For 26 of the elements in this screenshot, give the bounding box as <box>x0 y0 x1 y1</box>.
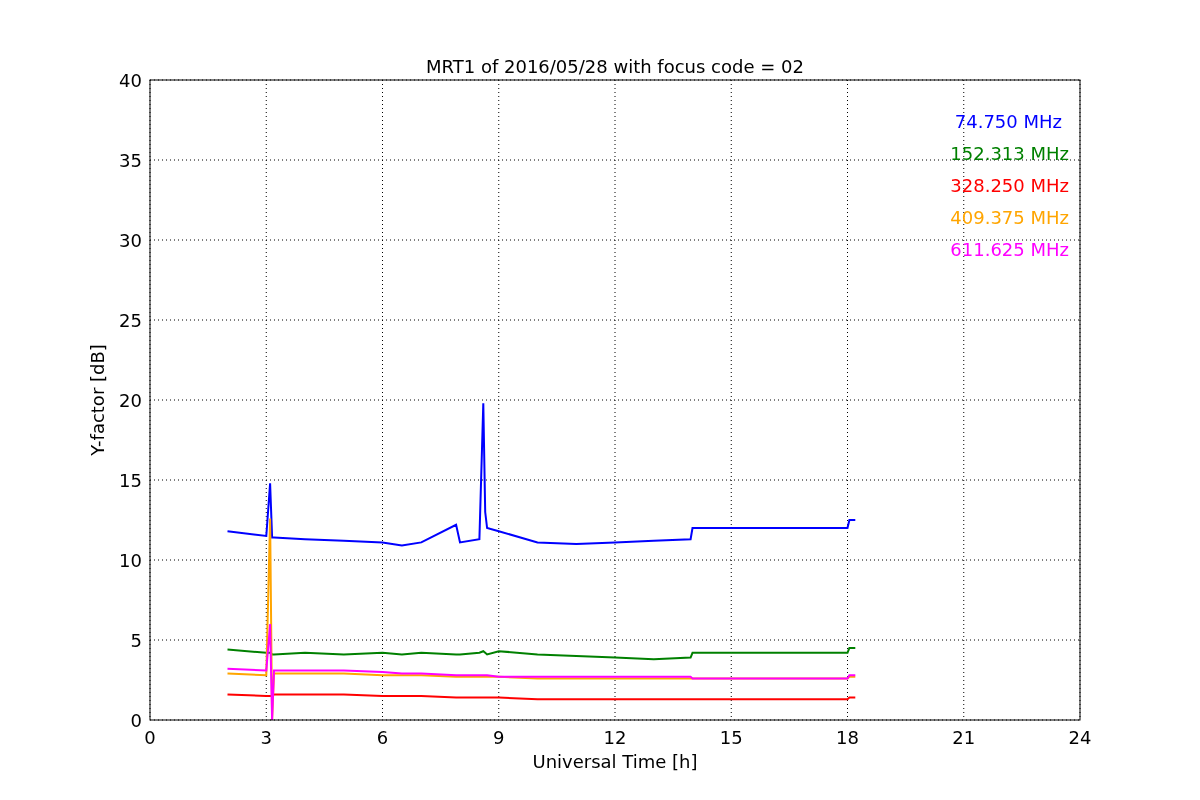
x-axis-label: Universal Time [h] <box>532 751 698 772</box>
y-tick-label: 35 <box>119 150 142 171</box>
y-tick-label: 30 <box>119 230 142 251</box>
x-tick-label: 0 <box>144 727 156 748</box>
x-tick-label: 6 <box>376 727 389 748</box>
y-axis-label: Y-factor [dB] <box>87 344 108 456</box>
y-tick-label: 5 <box>130 630 142 651</box>
legend-label: 328.250 MHz <box>950 175 1069 196</box>
x-tick-label: 21 <box>952 727 976 748</box>
chart-title: MRT1 of 2016/05/28 with focus code = 02 <box>426 56 804 77</box>
x-tick-label: 18 <box>836 727 859 748</box>
legend-label: 152.313 MHz <box>950 143 1069 164</box>
x-tick-label: 24 <box>1068 727 1092 748</box>
y-tick-label: 15 <box>119 470 142 491</box>
x-tick-label: 3 <box>260 727 272 748</box>
y-tick-label: 20 <box>119 390 142 411</box>
y-tick-label: 25 <box>119 310 142 331</box>
y-tick-label: 40 <box>119 70 142 91</box>
x-tick-label: 15 <box>719 727 743 748</box>
legend-label: 74.750 MHz <box>954 111 1062 132</box>
legend-label: 409.375 MHz <box>950 207 1069 228</box>
y-tick-label: 10 <box>119 550 142 571</box>
x-tick-label: 12 <box>603 727 627 748</box>
legend-label: 611.625 MHz <box>950 239 1069 260</box>
y-tick-label: 0 <box>130 710 142 731</box>
x-tick-label: 9 <box>493 727 505 748</box>
